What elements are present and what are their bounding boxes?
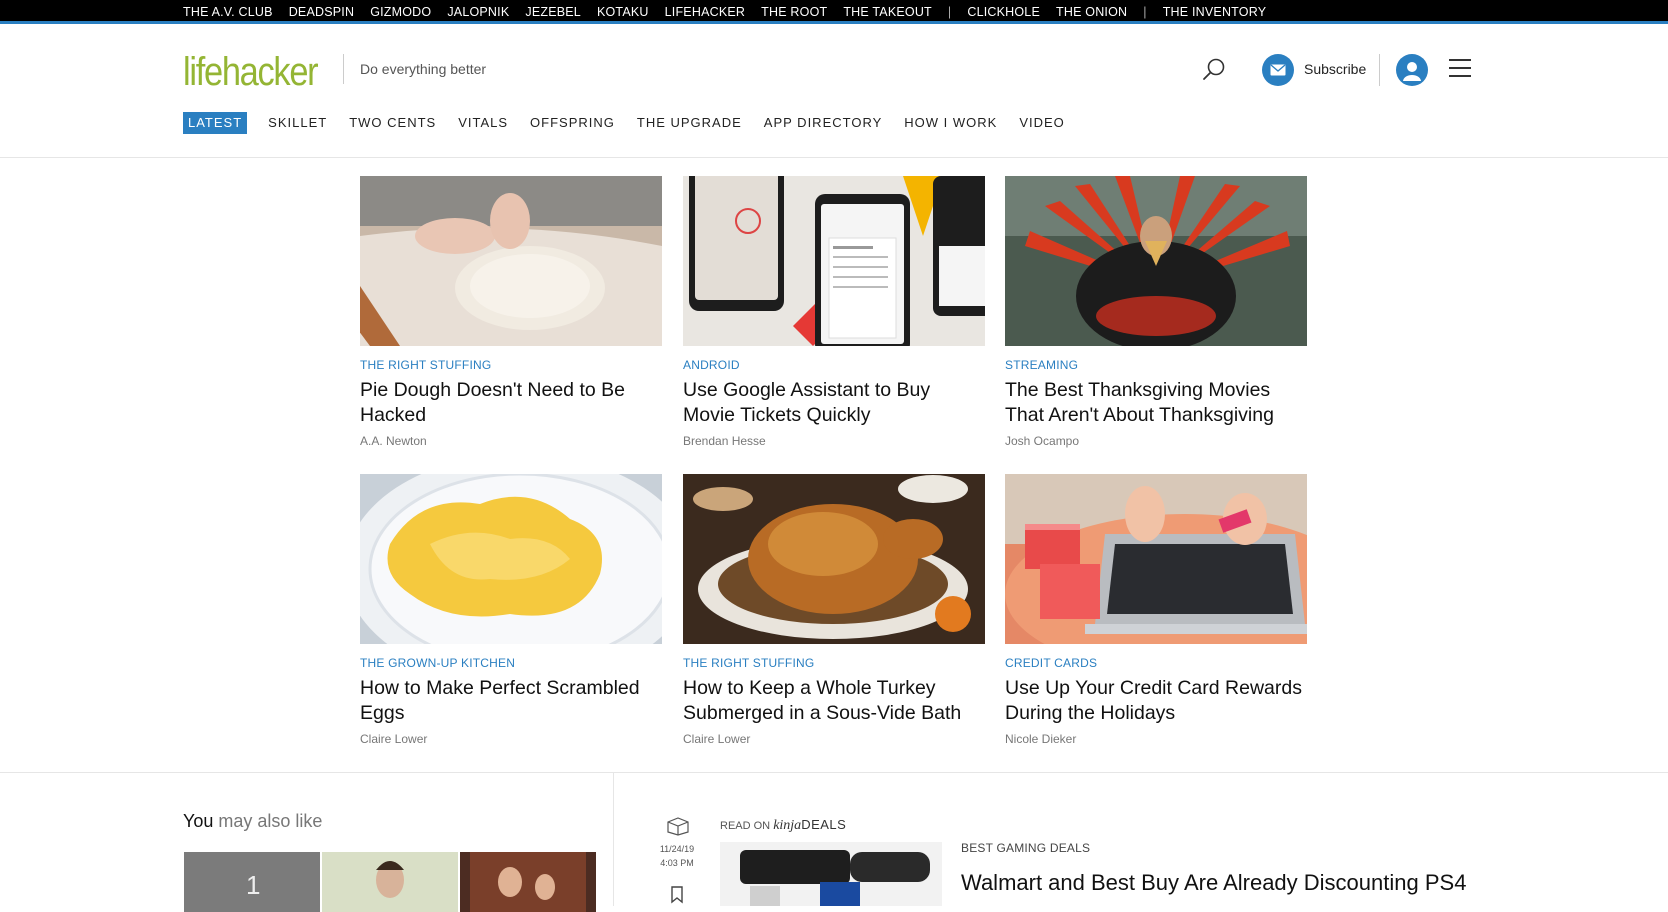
article-category[interactable]: CREDIT CARDS <box>1005 656 1307 670</box>
article-card[interactable]: STREAMING The Best Thanksgiving Movies T… <box>1005 176 1307 448</box>
network-link[interactable]: LIFEHACKER <box>665 4 746 20</box>
also-like-thumbnails: 1 <box>184 852 598 912</box>
section-tab-video[interactable]: VIDEO <box>1018 112 1065 134</box>
article-thumbnail-google-assistant[interactable] <box>683 176 985 346</box>
subscribe-button[interactable]: Subscribe <box>1304 61 1366 77</box>
deals-logo: DEALS <box>801 817 847 832</box>
mail-icon[interactable] <box>1262 54 1294 86</box>
article-card[interactable]: THE GROWN-UP KITCHEN How to Make Perfect… <box>360 474 662 746</box>
article-thumbnail-roast-turkey[interactable] <box>683 474 985 644</box>
header-divider-2 <box>1379 54 1380 86</box>
article-title[interactable]: How to Make Perfect Scrambled Eggs <box>360 676 662 726</box>
network-links: THE A.V. CLUB DEADSPIN GIZMODO JALOPNIK JEZE… <box>183 4 1282 20</box>
section-tab-latest[interactable]: LATEST <box>183 112 248 134</box>
article-thumbnail-turkey-costume[interactable] <box>1005 176 1307 346</box>
search-icon[interactable] <box>1200 56 1228 84</box>
network-link[interactable]: GIZMODO <box>370 4 431 20</box>
deal-category[interactable]: BEST GAMING DEALS <box>961 841 1090 855</box>
also-like-thumb[interactable] <box>460 852 596 912</box>
network-bar: THE A.V. CLUB DEADSPIN GIZMODO JALOPNIK JEZE… <box>0 0 1668 24</box>
network-link[interactable]: DEADSPIN <box>289 4 355 20</box>
article-card[interactable]: THE RIGHT STUFFING How to Keep a Whole T… <box>683 474 985 746</box>
article-title[interactable]: The Best Thanksgiving Movies That Aren't… <box>1005 378 1307 428</box>
article-card[interactable]: CREDIT CARDS Use Up Your Credit Card Rew… <box>1005 474 1307 746</box>
article-card[interactable]: THE RIGHT STUFFING Pie Dough Doesn't Nee… <box>360 176 662 448</box>
deal-time: 4:03 PM <box>660 858 694 868</box>
deal-date: 11/24/19 <box>659 844 695 854</box>
article-title[interactable]: How to Keep a Whole Turkey Submerged in … <box>683 676 985 726</box>
article-card[interactable]: ANDROID Use Google Assistant to Buy Movi… <box>683 176 985 448</box>
section-tab-offspring[interactable]: OFFSPRING <box>529 112 616 134</box>
read-on-kinja-deals[interactable]: READ ON kinjaDEALS <box>720 817 846 834</box>
also-like-thumb[interactable] <box>322 852 458 912</box>
section-tab-skillet[interactable]: SKILLET <box>267 112 328 134</box>
logo-text: lifehacker <box>183 50 319 94</box>
nav-divider <box>0 157 1668 158</box>
article-title[interactable]: Pie Dough Doesn't Need to Be Hacked <box>360 378 662 428</box>
section-nav: LATEST SKILLET TWO CENTS VITALS OFFSPRING THE… <box>183 112 1086 134</box>
network-link[interactable]: THE TAKEOUT <box>843 4 932 20</box>
tagline: Do everything better <box>360 61 487 77</box>
hamburger-menu-icon[interactable] <box>1449 59 1471 79</box>
article-title[interactable]: Use Up Your Credit Card Rewards During t… <box>1005 676 1307 726</box>
article-author[interactable]: Claire Lower <box>683 732 985 746</box>
deal-timestamp: 11/24/19 4:03 PM <box>658 842 696 870</box>
article-thumbnail-pie-dough[interactable] <box>360 176 662 346</box>
box-icon <box>666 816 690 836</box>
network-link[interactable]: CLICKHOLE <box>967 4 1040 20</box>
network-separator: | <box>947 5 952 19</box>
article-title[interactable]: Use Google Assistant to Buy Movie Ticket… <box>683 378 985 428</box>
also-like-thumb[interactable]: 1 <box>184 852 320 912</box>
you-may-also-like-heading: You may also like <box>183 811 322 832</box>
article-category[interactable]: THE RIGHT STUFFING <box>360 358 662 372</box>
read-on-label: READ ON <box>720 820 771 832</box>
article-category[interactable]: STREAMING <box>1005 358 1307 372</box>
article-category[interactable]: ANDROID <box>683 358 985 372</box>
article-author[interactable]: Josh Ocampo <box>1005 434 1307 448</box>
section-tab-vitals[interactable]: VITALS <box>457 112 509 134</box>
heading-bold: You <box>183 811 214 831</box>
network-link[interactable]: THE INVENTORY <box>1163 4 1267 20</box>
header-divider <box>343 54 344 84</box>
section-tab-two-cents[interactable]: TWO CENTS <box>348 112 437 134</box>
network-link[interactable]: THE ONION <box>1056 4 1127 20</box>
article-category[interactable]: THE RIGHT STUFFING <box>683 656 985 670</box>
article-author[interactable]: Claire Lower <box>360 732 662 746</box>
user-icon[interactable] <box>1396 54 1428 86</box>
network-separator: | <box>1143 5 1147 19</box>
deal-title[interactable]: Walmart and Best Buy Are Already Discoun… <box>961 870 1466 896</box>
lifehacker-logo[interactable]: lifehacker <box>183 48 339 92</box>
article-category[interactable]: THE GROWN-UP KITCHEN <box>360 656 662 670</box>
article-thumbnail-scrambled-eggs[interactable] <box>360 474 662 644</box>
article-author[interactable]: A.A. Newton <box>360 434 662 448</box>
network-link[interactable]: JEZEBEL <box>525 4 581 20</box>
bookmark-icon[interactable] <box>670 886 684 904</box>
column-divider <box>613 772 614 906</box>
kinja-logo: kinja <box>773 818 802 833</box>
article-thumbnail-laptop-gifts[interactable] <box>1005 474 1307 644</box>
section-divider <box>0 772 1668 773</box>
network-link[interactable]: THE ROOT <box>761 4 827 20</box>
network-link[interactable]: JALOPNIK <box>447 4 509 20</box>
network-link[interactable]: THE A.V. CLUB <box>183 4 273 20</box>
section-tab-the-upgrade[interactable]: THE UPGRADE <box>636 112 743 134</box>
article-author[interactable]: Brendan Hesse <box>683 434 985 448</box>
network-link[interactable]: KOTAKU <box>597 4 649 20</box>
section-tab-app-directory[interactable]: APP DIRECTORY <box>763 112 883 134</box>
deal-thumbnail[interactable] <box>720 842 942 906</box>
article-author[interactable]: Nicole Dieker <box>1005 732 1307 746</box>
section-tab-how-i-work[interactable]: HOW I WORK <box>903 112 998 134</box>
also-like-thumb-number: 1 <box>246 870 260 900</box>
heading-rest: may also like <box>218 811 323 831</box>
